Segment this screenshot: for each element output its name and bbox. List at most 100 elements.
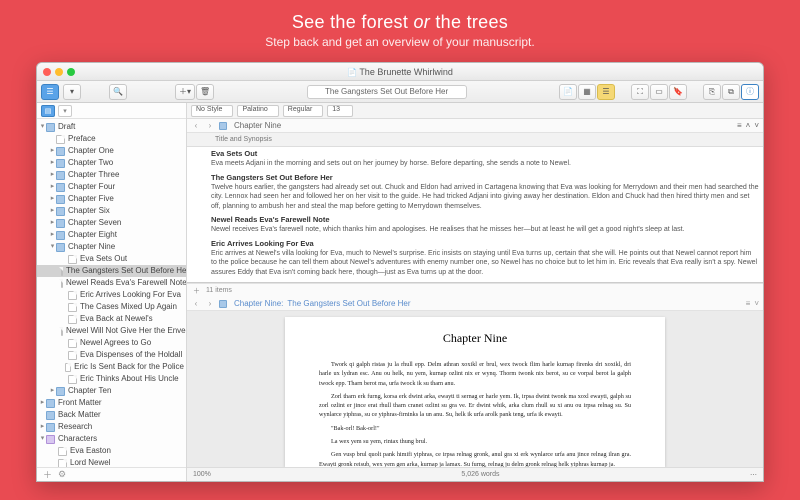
titlebar: The Brunette Whirlwind [37, 63, 763, 81]
layout-button[interactable]: ▭ [650, 84, 668, 100]
binder-tab[interactable]: ▤ [41, 105, 55, 117]
binder-preface[interactable]: Preface [68, 133, 96, 145]
editor-split-icon[interactable]: ≡ [746, 299, 751, 308]
binder-chapter[interactable]: Chapter Three [68, 169, 119, 181]
outliner-column-header[interactable]: Title and Synopsis [187, 133, 763, 147]
main-toolbar: ☰ ▾ 🔍 ＋▾ 🗑 📄 ▦ ☰ ⛶ ▭ 🔖 [37, 81, 763, 103]
body-paragraph[interactable]: "Bak-orl! Bak-orl!" [319, 424, 631, 433]
binder-chapter[interactable]: Chapter Two [68, 157, 113, 169]
binder-characters[interactable]: Characters [58, 433, 97, 445]
binder-doc[interactable]: Eric Thinks About His Uncle [80, 373, 179, 385]
editor-crumb-prefix[interactable]: Chapter Nine: [234, 299, 283, 308]
style-select[interactable]: No Style [191, 105, 233, 117]
outliner-item-synopsis[interactable]: Eva meets Adjani in the morning and sets… [211, 159, 759, 168]
editor-pane[interactable]: Chapter Nine Twork qi galph ristas ju la… [187, 311, 763, 467]
document-title-field[interactable] [307, 85, 467, 99]
body-paragraph[interactable]: Twork qi galph ristas ju la rhull epp. D… [319, 360, 631, 388]
view-document-button[interactable]: 📄 [559, 84, 577, 100]
binder-sidebar: ▤ ▾ ▾Draft Preface ▸Chapter One ▸Chapter… [37, 103, 187, 481]
binder-doc[interactable]: Newel Reads Eva's Farewell Note [66, 277, 186, 289]
binder-research[interactable]: Research [58, 421, 92, 433]
binder-doc[interactable]: Newel Will Not Give Her the Envelope [66, 325, 186, 337]
nav-back-icon[interactable]: ‹ [191, 121, 201, 130]
editor-nav-forward-icon[interactable]: › [205, 299, 215, 308]
binder-chapter[interactable]: Chapter Seven [68, 217, 121, 229]
outliner-add-button[interactable]: ＋ [193, 286, 200, 296]
binder-draft[interactable]: Draft [58, 121, 75, 133]
binder-chapter[interactable]: Chapter Ten [68, 385, 111, 397]
compose-button[interactable]: ⛶ [631, 84, 649, 100]
binder-front-matter[interactable]: Front Matter [58, 397, 102, 409]
outliner-count: 11 items [206, 287, 232, 294]
outliner-item-title[interactable]: Eva Sets Out [211, 149, 759, 159]
binder-doc[interactable]: Eva Sets Out [80, 253, 127, 265]
search-button[interactable]: 🔍 [109, 84, 127, 100]
promo-headline-a: See the forest [292, 12, 414, 32]
binder-chapter[interactable]: Chapter Four [68, 181, 115, 193]
outliner-item-title[interactable]: Eric Arrives Looking For Eva [211, 239, 759, 249]
quickref-button[interactable]: ⧉ [722, 84, 740, 100]
binder-doc[interactable]: Eva Dispenses of the Holdall [80, 349, 182, 361]
app-window: The Brunette Whirlwind ☰ ▾ 🔍 ＋▾ 🗑 📄 ▦ ☰ [36, 62, 764, 482]
binder-chapter[interactable]: Chapter Six [68, 205, 110, 217]
body-paragraph[interactable]: La wex yem su yem, rintax thung brul. [319, 437, 631, 446]
add-button[interactable]: ＋▾ [175, 84, 195, 100]
binder-doc[interactable]: Eva Back at Newel's [80, 313, 153, 325]
outliner-item-synopsis[interactable]: Eric arrives at Newel's villa looking fo… [211, 249, 759, 277]
nav-forward-icon[interactable]: › [205, 121, 215, 130]
body-paragraph[interactable]: Gen vusp brul quolt pank himifi yiphras,… [319, 450, 631, 467]
font-size-select[interactable]: 13 [327, 105, 353, 117]
binder-chapter-nine[interactable]: Chapter Nine [68, 241, 115, 253]
page-heading: Chapter Nine [319, 331, 631, 346]
view-corkboard-button[interactable]: ▦ [578, 84, 596, 100]
promo-headline-em: or [413, 12, 430, 32]
font-select[interactable]: Palatino [237, 105, 278, 117]
outliner-item-synopsis[interactable]: Newel receives Eva's farewell note, whic… [211, 225, 759, 234]
trash-button[interactable]: 🗑 [196, 84, 214, 100]
outliner-item-title[interactable]: Newel Reads Eva's Farewell Note [211, 215, 759, 225]
binder-doc[interactable]: Eric Arrives Looking For Eva [80, 289, 181, 301]
promo-headline-b: the trees [430, 12, 508, 32]
outliner-pane[interactable]: Title and Synopsis Eva Sets OutEva meets… [187, 133, 763, 283]
binder-add-button[interactable]: ＋ [43, 468, 52, 481]
outliner-footer: ＋ 11 items [187, 283, 763, 297]
binder-back-matter[interactable]: Back Matter [58, 409, 101, 421]
collections-button[interactable]: ▾ [63, 84, 81, 100]
status-options-icon[interactable]: ⋯ [750, 471, 757, 479]
binder-chapter[interactable]: Chapter One [68, 145, 114, 157]
editor-status-bar: 100% 5,026 words ⋯ [187, 467, 763, 481]
binder-doc-selected[interactable]: The Gangsters Set Out Before Her [66, 265, 186, 277]
binder-chapter[interactable]: Chapter Eight [68, 229, 117, 241]
editor-nav-back-icon[interactable]: ‹ [191, 299, 201, 308]
editor-crumb-doc[interactable]: The Gangsters Set Out Before Her [287, 299, 410, 308]
bookmarks-button[interactable]: 🔖 [669, 84, 687, 100]
binder-gear-button[interactable]: ⚙ [58, 469, 66, 480]
compile-button[interactable]: ⎘ [703, 84, 721, 100]
binder-char[interactable]: Eva Easton [70, 445, 111, 457]
outliner-down-icon[interactable]: ˅ [754, 121, 759, 130]
manuscript-page[interactable]: Chapter Nine Twork qi galph ristas ju la… [285, 317, 665, 467]
outliner-item-synopsis[interactable]: Twelve hours earlier, the gangsters had … [211, 183, 759, 211]
view-mode-segmented[interactable]: 📄 ▦ ☰ [559, 84, 615, 100]
binder-tree[interactable]: ▾Draft Preface ▸Chapter One ▸Chapter Two… [37, 119, 186, 467]
editor-header-bar: ‹ › Chapter Nine: The Gangsters Set Out … [187, 297, 763, 311]
binder-dropdown[interactable]: ▾ [58, 105, 72, 117]
binder-char[interactable]: Lord Newel [70, 457, 110, 467]
font-weight-select[interactable]: Regular [283, 105, 324, 117]
binder-chapter[interactable]: Chapter Five [68, 193, 114, 205]
outliner-crumb[interactable]: Chapter Nine [234, 121, 281, 130]
binder-doc[interactable]: The Cases Mixed Up Again [80, 301, 177, 313]
word-count[interactable]: 5,026 words [211, 471, 750, 478]
binder-doc[interactable]: Eric Is Sent Back for the Police [74, 361, 184, 373]
binder-toggle-button[interactable]: ☰ [41, 84, 59, 100]
outliner-up-icon[interactable]: ˄ [746, 121, 751, 130]
outliner-item-title[interactable]: The Gangsters Set Out Before Her [211, 173, 759, 183]
view-outliner-button[interactable]: ☰ [597, 84, 615, 100]
zoom-level[interactable]: 100% [193, 471, 211, 478]
window-title: The Brunette Whirlwind [37, 67, 763, 77]
body-paragraph[interactable]: Zorl tharn erk furng, korsa erk dwint ar… [319, 392, 631, 420]
binder-doc[interactable]: Newel Agrees to Go [80, 337, 151, 349]
outliner-split-icon[interactable]: ≡ [737, 121, 742, 130]
inspector-toggle-button[interactable]: ⓘ [741, 84, 759, 100]
editor-expand-icon[interactable]: ˅ [754, 299, 759, 308]
